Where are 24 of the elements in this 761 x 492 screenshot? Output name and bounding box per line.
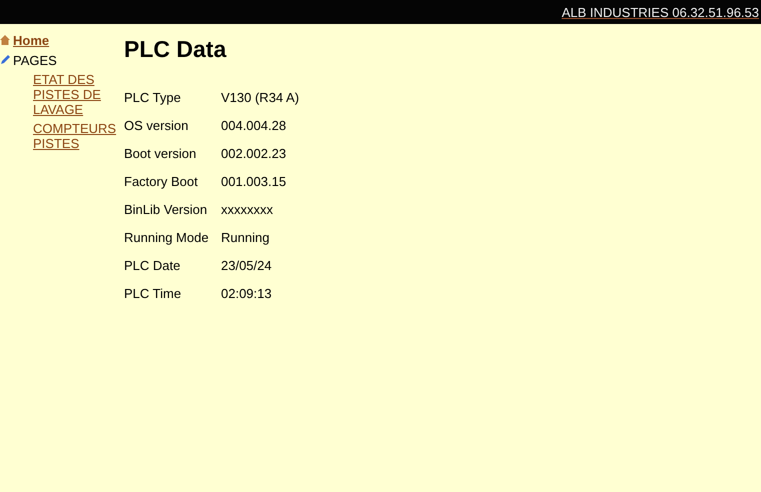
sidebar-item[interactable]: PAGES <box>13 52 57 68</box>
field-value: Running <box>221 230 270 244</box>
field-label: BinLib Version <box>124 202 208 216</box>
home-link[interactable]: Home <box>13 32 50 48</box>
field-label: OS version <box>124 118 190 132</box>
field-label: PLC Date <box>124 258 182 272</box>
field-value: 001.003.15 <box>221 174 286 188</box>
field-label: PLC Type <box>124 90 182 104</box>
home-icon <box>0 35 10 45</box>
field-label: Factory Boot <box>124 174 199 188</box>
pencil-icon <box>0 55 10 65</box>
field-value: 02:09:13 <box>221 286 272 300</box>
field-value: xxxxxxxx <box>221 202 273 216</box>
field-label: Boot version <box>124 146 198 160</box>
field-value: 004.004.28 <box>221 118 286 132</box>
field-label: PLC Time <box>124 286 182 300</box>
field-value: 23/05/24 <box>221 258 272 272</box>
field-value: V130 (R34 A) <box>221 90 300 104</box>
page-link[interactable]: COMPTEURS PISTES <box>33 121 113 151</box>
field-label: Running Mode <box>124 230 210 244</box>
page-title: PLC Data <box>124 36 228 63</box>
header-link[interactable]: ALB INDUSTRIES 06.32.51.96.53 <box>562 4 759 20</box>
page-link[interactable]: ETAT DES PISTES DE LAVAGE <box>33 72 113 117</box>
field-value: 002.002.23 <box>221 146 286 160</box>
